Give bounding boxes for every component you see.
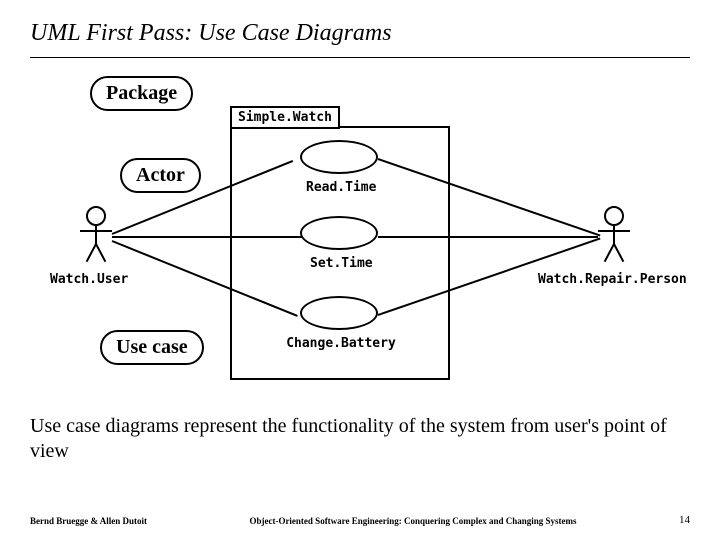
callout-usecase: Use case — [100, 330, 204, 365]
package-tab: Simple.Watch — [230, 106, 340, 129]
footer-center: Object-Oriented Software Engineering: Co… — [147, 516, 679, 526]
usecase-ellipse-changebattery — [300, 296, 378, 330]
page-title: UML First Pass: Use Case Diagrams — [30, 20, 690, 47]
footer-page-number: 14 — [679, 514, 690, 526]
callout-package: Package — [90, 76, 193, 111]
actor-label-watchrepair: Watch.Repair.Person — [538, 272, 687, 287]
assoc-line — [378, 236, 598, 238]
footer: Bernd Bruegge & Allen Dutoit Object-Orie… — [0, 514, 720, 526]
footer-left: Bernd Bruegge & Allen Dutoit — [30, 516, 147, 526]
body-text: Use case diagrams represent the function… — [30, 414, 690, 464]
callout-actor: Actor — [120, 158, 201, 193]
usecase-label-readtime: Read.Time — [306, 180, 376, 195]
actor-label-watchuser: Watch.User — [50, 272, 128, 287]
actor-watchrepair-icon — [598, 206, 630, 262]
actor-watchuser-icon — [80, 206, 112, 262]
usecase-ellipse-readtime — [300, 140, 378, 174]
usecase-label-changebattery: Change.Battery — [286, 336, 396, 351]
diagram-area: Package Actor Use case Simple.Watch Read… — [30, 68, 690, 408]
divider — [30, 57, 690, 58]
usecase-ellipse-settime — [300, 216, 378, 250]
usecase-label-settime: Set.Time — [310, 256, 372, 271]
assoc-line — [112, 236, 302, 238]
